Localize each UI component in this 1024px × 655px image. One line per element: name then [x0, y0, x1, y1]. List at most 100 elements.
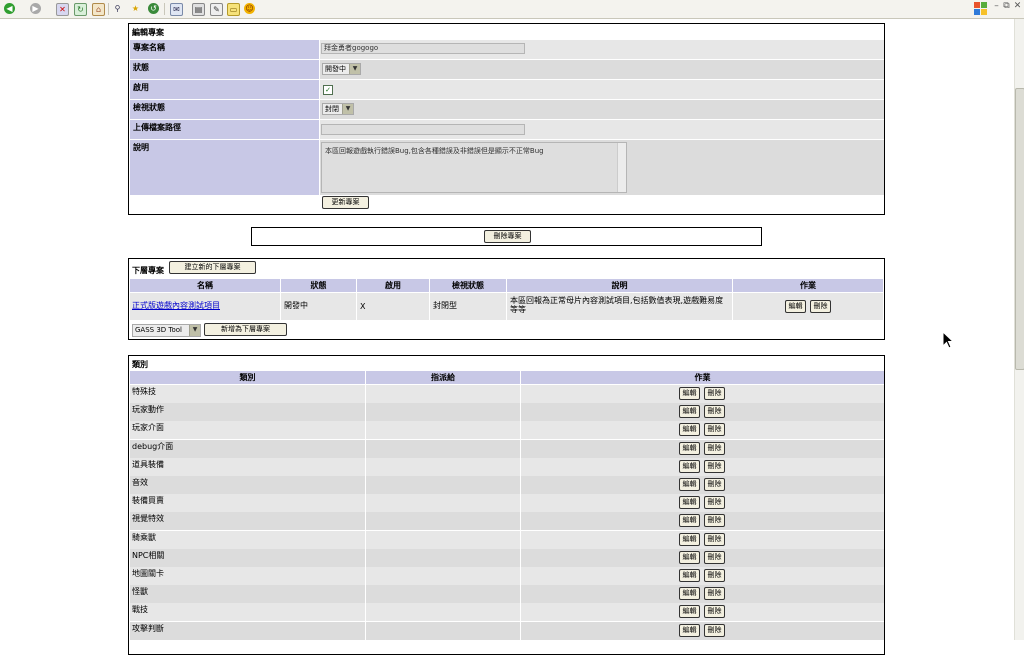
subprojects-header-actions: 作業: [733, 279, 883, 292]
category-assignee: [366, 457, 521, 476]
category-edit-button[interactable]: 編輯: [679, 532, 700, 546]
edit-icon[interactable]: ✎: [210, 3, 223, 16]
category-delete-button[interactable]: 刪除: [704, 605, 725, 619]
refresh-icon[interactable]: ↻: [74, 3, 87, 16]
category-delete-button[interactable]: 刪除: [704, 587, 725, 601]
category-edit-button[interactable]: 編輯: [679, 459, 700, 473]
category-name: 玩家動作: [130, 403, 366, 422]
favorites-icon[interactable]: ★: [130, 3, 141, 14]
update-project-button[interactable]: 更新專案: [322, 196, 369, 209]
view-status-select[interactable]: 封閉 ▼: [322, 103, 354, 115]
category-row: 戰技 編輯 刪除: [130, 603, 884, 622]
history-icon[interactable]: ↺: [148, 3, 159, 14]
project-name-input[interactable]: 拜金勇者gogogo: [321, 43, 525, 54]
category-name: NPC相關: [130, 548, 366, 567]
category-row: NPC相關 編輯 刪除: [130, 548, 884, 567]
discuss-icon[interactable]: ▭: [227, 3, 240, 16]
subproject-enabled-cell: X: [357, 293, 430, 320]
description-text: 本區回報遊戲執行錯誤Bug,包含各種錯誤及非錯誤但是顯示不正常Bug: [325, 147, 544, 155]
new-subproject-button[interactable]: 建立新的下層專案: [169, 261, 256, 274]
category-edit-button[interactable]: 編輯: [679, 387, 700, 400]
category-delete-button[interactable]: 刪除: [704, 459, 725, 473]
category-delete-button[interactable]: 刪除: [704, 423, 725, 437]
textarea-scrollbar[interactable]: [617, 143, 626, 192]
category-delete-button[interactable]: 刪除: [704, 478, 725, 491]
category-edit-button[interactable]: 編輯: [679, 569, 700, 582]
category-name: 地圖關卡: [130, 567, 366, 585]
search-icon[interactable]: ⚲: [112, 3, 123, 14]
category-delete-button[interactable]: 刪除: [704, 550, 725, 564]
category-actions: 編輯 刪除: [521, 567, 884, 585]
categories-header-assignee: 指派給: [366, 371, 521, 384]
category-edit-button[interactable]: 編輯: [679, 550, 700, 564]
forward-icon[interactable]: ▶: [30, 3, 41, 14]
page-scrollbar-thumb[interactable]: [1015, 88, 1024, 370]
category-edit-button[interactable]: 編輯: [679, 441, 700, 455]
category-actions: 編輯 刪除: [521, 476, 884, 494]
upload-path-input[interactable]: [321, 124, 525, 135]
category-delete-button[interactable]: 刪除: [704, 514, 725, 528]
add-subproject-select[interactable]: GASS 3D Tool ▼: [132, 324, 201, 337]
category-edit-button[interactable]: 編輯: [679, 623, 700, 637]
close-icon[interactable]: ✕: [1013, 0, 1022, 12]
category-name: 裝備買賣: [130, 494, 366, 513]
view-status-cell: 封閉 ▼: [320, 100, 884, 119]
category-delete-button[interactable]: 刪除: [704, 569, 725, 582]
restore-icon[interactable]: ⧉: [1002, 0, 1011, 12]
category-edit-button[interactable]: 編輯: [679, 605, 700, 619]
category-edit-button[interactable]: 編輯: [679, 514, 700, 528]
back-icon[interactable]: ◀: [4, 3, 15, 14]
category-delete-button[interactable]: 刪除: [704, 405, 725, 419]
category-actions: 編輯 刪除: [521, 531, 884, 549]
delete-project-button[interactable]: 刪除專案: [484, 230, 531, 243]
status-cell: 開發中 ▼: [320, 60, 884, 79]
description-cell: 本區回報遊戲執行錯誤Bug,包含各種錯誤及非錯誤但是顯示不正常Bug: [320, 140, 884, 195]
category-name: 音效: [130, 476, 366, 494]
subprojects-header-name: 名稱: [130, 279, 281, 292]
category-edit-button[interactable]: 編輯: [679, 496, 700, 510]
category-row: 裝備買賣 編輯 刪除: [130, 494, 884, 513]
subproject-edit-button[interactable]: 編輯: [785, 300, 806, 313]
delete-project-panel: 刪除專案: [251, 227, 762, 246]
category-edit-button[interactable]: 編輯: [679, 478, 700, 491]
stop-icon[interactable]: ✕: [56, 3, 69, 16]
category-edit-button[interactable]: 編輯: [679, 587, 700, 601]
category-assignee: [366, 512, 521, 531]
category-name: 戰技: [130, 603, 366, 622]
messenger-icon[interactable]: ☺: [244, 3, 255, 14]
category-edit-button[interactable]: 編輯: [679, 423, 700, 437]
field-row-status: 狀態 開發中 ▼: [130, 60, 884, 79]
enabled-checkbox[interactable]: ✓: [323, 85, 333, 95]
view-status-select-value: 封閉: [325, 105, 339, 113]
category-actions: 編輯 刪除: [521, 549, 884, 567]
description-label: 說明: [130, 140, 319, 195]
browser-toolbar: ◀ ▶ ✕ ↻ ⌂ ⚲ ★ ↺ ✉ ▤ ✎ ▭ ☺ – ⧉ ✕: [0, 0, 1024, 19]
category-delete-button[interactable]: 刪除: [704, 532, 725, 546]
add-subproject-button[interactable]: 新增為下層專案: [204, 323, 287, 336]
mail-icon[interactable]: ✉: [170, 3, 183, 16]
minimize-icon[interactable]: –: [992, 0, 1001, 12]
subproject-name-link[interactable]: 正式版遊戲內容測試項目: [132, 301, 220, 310]
category-assignee: [366, 403, 521, 422]
category-delete-button[interactable]: 刪除: [704, 387, 725, 400]
category-row: 玩家介面 編輯 刪除: [130, 421, 884, 440]
status-select[interactable]: 開發中 ▼: [322, 63, 361, 75]
category-assignee: [366, 385, 521, 403]
print-icon[interactable]: ▤: [192, 3, 205, 16]
category-name: 怪獸: [130, 585, 366, 604]
subproject-delete-button[interactable]: 刪除: [810, 300, 831, 313]
categories-title: 類別: [132, 360, 148, 369]
home-icon[interactable]: ⌂: [92, 3, 105, 16]
category-delete-button[interactable]: 刪除: [704, 623, 725, 637]
categories-header-category: 類別: [130, 371, 366, 384]
category-name: 道具裝備: [130, 457, 366, 476]
category-row: 騎乘獸 編輯 刪除: [130, 530, 884, 549]
category-actions: 編輯 刪除: [521, 421, 884, 439]
chevron-down-icon: ▼: [349, 64, 360, 74]
description-textarea[interactable]: 本區回報遊戲執行錯誤Bug,包含各種錯誤及非錯誤但是顯示不正常Bug: [321, 142, 627, 193]
category-delete-button[interactable]: 刪除: [704, 441, 725, 455]
category-actions: 編輯 刪除: [521, 458, 884, 476]
category-edit-button[interactable]: 編輯: [679, 405, 700, 419]
category-delete-button[interactable]: 刪除: [704, 496, 725, 510]
add-subproject-select-value: GASS 3D Tool: [135, 326, 182, 334]
